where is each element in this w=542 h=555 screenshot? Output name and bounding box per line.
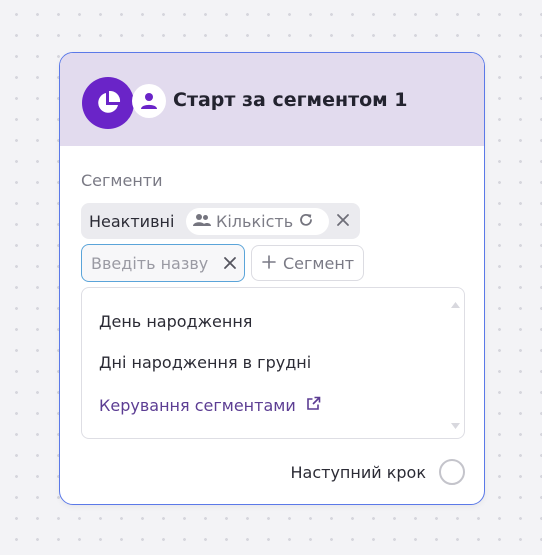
segment-dropdown[interactable]: День народження Дні народження в грудні … [81, 287, 465, 439]
refresh-icon[interactable] [298, 212, 314, 232]
manage-segments-link[interactable]: Керування сегментами [99, 396, 321, 415]
scroll-down-icon[interactable] [451, 414, 460, 433]
dropdown-item[interactable]: День народження [99, 312, 252, 331]
scroll-up-icon[interactable] [451, 293, 460, 312]
segment-search-field[interactable] [81, 244, 245, 282]
segment-count-chip[interactable]: Кількість [186, 208, 329, 235]
count-label: Кількість [216, 212, 294, 231]
segment-start-node[interactable]: Старт за сегментом 1 Сегменти Неактивні … [59, 52, 485, 505]
segments-label: Сегменти [81, 171, 163, 190]
remove-segment-icon[interactable] [334, 211, 352, 233]
clear-search-icon[interactable] [222, 255, 238, 275]
add-segment-button[interactable]: Сегмент [251, 245, 364, 281]
segment-name: Неактивні [89, 212, 175, 231]
next-step-connector[interactable] [439, 459, 465, 485]
add-segment-label: Сегмент [283, 253, 355, 273]
person-icon [132, 84, 166, 118]
external-link-icon [306, 396, 321, 415]
pie-chart-icon [82, 77, 134, 129]
segment-search-input[interactable] [91, 252, 219, 274]
manage-segments-label: Керування сегментами [99, 396, 296, 415]
next-step-label: Наступний крок [290, 463, 427, 482]
selected-segment[interactable]: Неактивні Кількість [81, 203, 360, 239]
plus-icon [262, 254, 276, 273]
people-icon [193, 212, 211, 231]
node-header: Старт за сегментом 1 [60, 53, 484, 146]
dropdown-item[interactable]: Дні народження в грудні [99, 353, 311, 372]
node-title: Старт за сегментом 1 [173, 89, 408, 111]
